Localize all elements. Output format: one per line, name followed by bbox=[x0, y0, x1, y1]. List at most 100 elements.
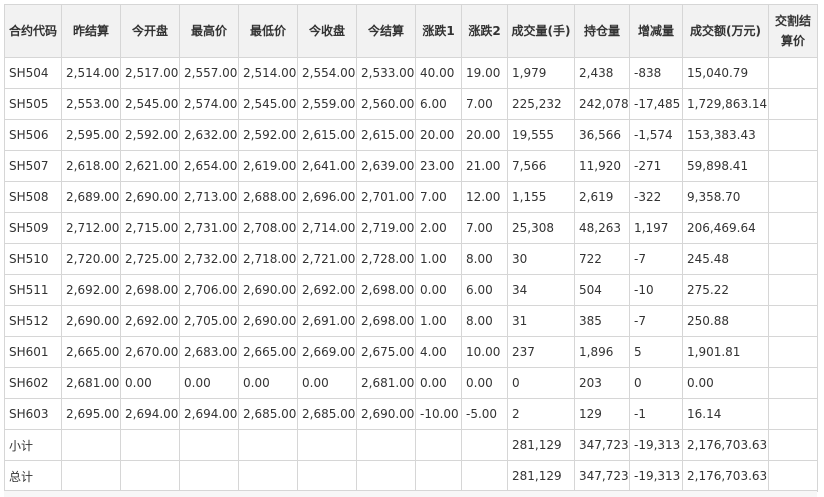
table-cell: 31 bbox=[507, 305, 575, 337]
table-row: SH510 2,720.00 2,725.00 2,732.00 2,718.00 2,7… bbox=[4, 243, 818, 275]
table-cell bbox=[768, 181, 818, 213]
table-cell: -10.00 bbox=[415, 398, 462, 430]
column-header: 今开盘 bbox=[120, 4, 180, 58]
contract-code-cell: SH507 bbox=[4, 150, 62, 182]
table-cell: 21.00 bbox=[461, 150, 508, 182]
table-cell bbox=[461, 429, 508, 461]
table-cell: 722 bbox=[574, 243, 630, 275]
table-row: SH507 2,618.00 2,621.00 2,654.00 2,619.00 2,6… bbox=[4, 150, 818, 182]
table-cell: 2,690.00 bbox=[238, 274, 298, 306]
table-cell bbox=[768, 57, 818, 89]
table-cell: -19,313 bbox=[629, 429, 683, 461]
column-header: 合约代码 bbox=[4, 4, 62, 58]
table-cell: 2,554.00 bbox=[297, 57, 357, 89]
table-cell: 5 bbox=[629, 336, 683, 368]
table-cell: 2,689.00 bbox=[61, 181, 121, 213]
table-cell: 2,725.00 bbox=[120, 243, 180, 275]
table-cell: 34 bbox=[507, 274, 575, 306]
table-cell: 7.00 bbox=[415, 181, 462, 213]
table-cell: 0 bbox=[507, 367, 575, 399]
table-cell: -838 bbox=[629, 57, 683, 89]
table-cell: 2,514.00 bbox=[61, 57, 121, 89]
table-cell: 2,675.00 bbox=[356, 336, 416, 368]
table-cell: 2,718.00 bbox=[238, 243, 298, 275]
table-cell: 6.00 bbox=[415, 88, 462, 120]
table-cell: 59,898.41 bbox=[682, 150, 769, 182]
table-cell bbox=[238, 460, 298, 492]
table-cell: 2,721.00 bbox=[297, 243, 357, 275]
table-cell: -1,574 bbox=[629, 119, 683, 151]
column-header: 涨跌1 bbox=[415, 4, 462, 58]
table-cell: 4.00 bbox=[415, 336, 462, 368]
table-cell: 20.00 bbox=[461, 119, 508, 151]
table-cell bbox=[238, 429, 298, 461]
table-cell: 2,731.00 bbox=[179, 212, 239, 244]
table-cell: -5.00 bbox=[461, 398, 508, 430]
table-cell: 2,176,703.63 bbox=[682, 460, 769, 492]
table-cell: 2,728.00 bbox=[356, 243, 416, 275]
table-cell: 2,715.00 bbox=[120, 212, 180, 244]
table-cell: 12.00 bbox=[461, 181, 508, 213]
column-header: 持仓量 bbox=[574, 4, 630, 58]
table-cell bbox=[120, 429, 180, 461]
table-cell: 225,232 bbox=[507, 88, 575, 120]
table-cell: 23.00 bbox=[415, 150, 462, 182]
table-cell: 2,701.00 bbox=[356, 181, 416, 213]
table-cell: 2,690.00 bbox=[356, 398, 416, 430]
table-cell: -7 bbox=[629, 305, 683, 337]
table-row: 小计 281,129 347,723 -19,313 2,176,703.63 bbox=[4, 429, 818, 461]
table-cell: 2,705.00 bbox=[179, 305, 239, 337]
table-cell: 2,560.00 bbox=[356, 88, 416, 120]
table-cell: 2,619 bbox=[574, 181, 630, 213]
table-cell: 19.00 bbox=[461, 57, 508, 89]
table-cell: 8.00 bbox=[461, 305, 508, 337]
table-cell: -1 bbox=[629, 398, 683, 430]
table-row: SH512 2,690.00 2,692.00 2,705.00 2,690.00 2,6… bbox=[4, 305, 818, 337]
contract-code-cell: SH602 bbox=[4, 367, 62, 399]
table-cell: 2,690.00 bbox=[238, 305, 298, 337]
table-cell: 281,129 bbox=[507, 460, 575, 492]
table-cell: 2,732.00 bbox=[179, 243, 239, 275]
table-cell: 242,078 bbox=[574, 88, 630, 120]
table-cell: 2,654.00 bbox=[179, 150, 239, 182]
table-cell: 2,595.00 bbox=[61, 119, 121, 151]
table-cell: 281,129 bbox=[507, 429, 575, 461]
table-cell bbox=[415, 429, 462, 461]
table-body: SH504 2,514.00 2,517.00 2,557.00 2,514.00 2,5… bbox=[4, 57, 818, 492]
table-cell: 7.00 bbox=[461, 88, 508, 120]
table-row: 总计 281,129 347,723 -19,313 2,176,703.63 bbox=[4, 460, 818, 492]
table-cell bbox=[179, 429, 239, 461]
table-cell: 2,681.00 bbox=[61, 367, 121, 399]
contract-code-cell: SH504 bbox=[4, 57, 62, 89]
table-cell: 2 bbox=[507, 398, 575, 430]
column-header: 今结算 bbox=[356, 4, 416, 58]
table-cell: 1.00 bbox=[415, 243, 462, 275]
table-cell: 153,383.43 bbox=[682, 119, 769, 151]
table-cell: 2,545.00 bbox=[120, 88, 180, 120]
table-cell: 0.00 bbox=[682, 367, 769, 399]
table-cell: 2,669.00 bbox=[297, 336, 357, 368]
table-cell: 15,040.79 bbox=[682, 57, 769, 89]
table-cell: 1,729,863.14 bbox=[682, 88, 769, 120]
table-cell: 2,553.00 bbox=[61, 88, 121, 120]
contract-code-cell: SH509 bbox=[4, 212, 62, 244]
table-cell: 2,665.00 bbox=[238, 336, 298, 368]
table-cell: 2.00 bbox=[415, 212, 462, 244]
table-cell: 2,545.00 bbox=[238, 88, 298, 120]
table-cell: 2,632.00 bbox=[179, 119, 239, 151]
table-cell: 2,685.00 bbox=[297, 398, 357, 430]
table-cell: 19,555 bbox=[507, 119, 575, 151]
table-cell bbox=[768, 429, 818, 461]
table-cell bbox=[768, 212, 818, 244]
table-cell: 1,155 bbox=[507, 181, 575, 213]
table-cell: 2,615.00 bbox=[356, 119, 416, 151]
table-row: SH508 2,689.00 2,690.00 2,713.00 2,688.00 2,6… bbox=[4, 181, 818, 213]
table-cell: 0.00 bbox=[238, 367, 298, 399]
table-cell: 7,566 bbox=[507, 150, 575, 182]
table-cell: 2,719.00 bbox=[356, 212, 416, 244]
table-row: SH504 2,514.00 2,517.00 2,557.00 2,514.00 2,5… bbox=[4, 57, 818, 89]
contract-code-cell: SH601 bbox=[4, 336, 62, 368]
table-cell: 2,592.00 bbox=[120, 119, 180, 151]
table-cell: 1,901.81 bbox=[682, 336, 769, 368]
table-cell bbox=[356, 460, 416, 492]
